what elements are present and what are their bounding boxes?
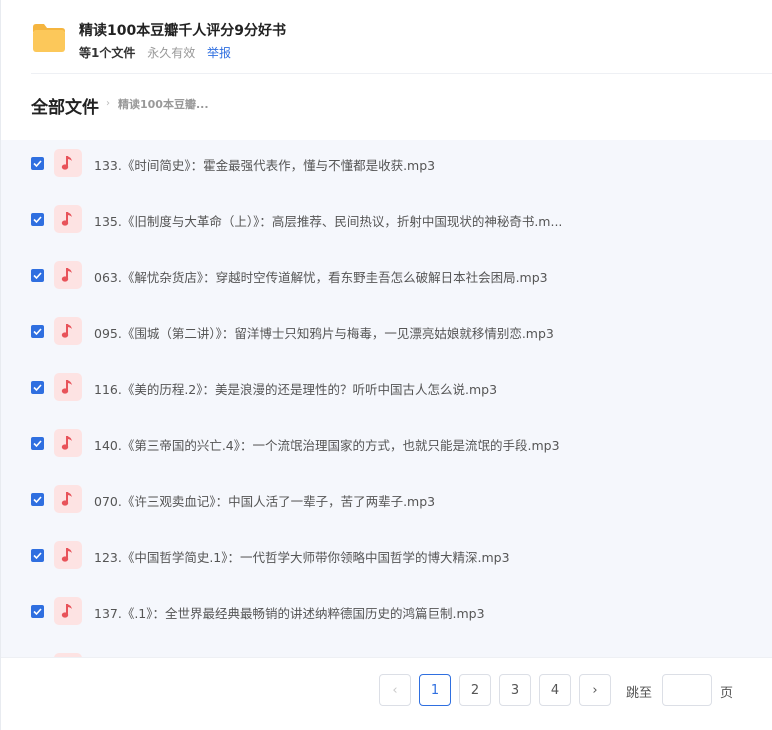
audio-file-icon bbox=[54, 429, 82, 457]
file-row[interactable]: 095.《围城（第二讲）》：留洋博士只知鸦片与梅毒，一见漂亮姑娘就移情别恋.mp… bbox=[1, 314, 772, 370]
file-checkbox[interactable] bbox=[31, 549, 44, 562]
file-name[interactable]: 116.《美的历程.2》：美是浪漫的还是理性的？听听中国古人怎么说.mp3 bbox=[94, 379, 497, 398]
file-checkbox[interactable] bbox=[31, 157, 44, 170]
validity-text: 永久有效 bbox=[147, 46, 196, 60]
audio-file-icon bbox=[54, 541, 82, 569]
audio-file-icon bbox=[54, 485, 82, 513]
share-meta: 等1个文件 永久有效 举报 bbox=[79, 44, 231, 61]
page-button-1[interactable]: 1 bbox=[419, 674, 451, 706]
breadcrumb-separator-icon: › bbox=[106, 98, 110, 109]
file-name[interactable]: 095.《围城（第二讲）》：留洋博士只知鸦片与梅毒，一见漂亮姑娘就移情别恋.mp… bbox=[94, 323, 554, 342]
prev-page-button[interactable]: ‹ bbox=[379, 674, 411, 706]
file-checkbox[interactable] bbox=[31, 269, 44, 282]
audio-file-icon bbox=[54, 149, 82, 177]
audio-file-icon bbox=[54, 597, 82, 625]
file-row[interactable]: 109.《人类简史（下）》：科学能否真的让我们更快乐了吗.mp3 bbox=[1, 650, 772, 657]
share-page: 精读100本豆瓣千人评分9分好书 等1个文件 永久有效 举报 全部文件 › 精读… bbox=[0, 0, 772, 730]
file-checkbox[interactable] bbox=[31, 437, 44, 450]
share-header: 精读100本豆瓣千人评分9分好书 等1个文件 永久有效 举报 bbox=[1, 0, 772, 74]
audio-file-icon bbox=[54, 205, 82, 233]
audio-file-icon bbox=[54, 317, 82, 345]
page-button-2[interactable]: 2 bbox=[459, 674, 491, 706]
jump-label: 跳至 bbox=[626, 686, 653, 701]
file-row[interactable]: 133.《时间简史》：霍金最强代表作，懂与不懂都是收获.mp3 bbox=[1, 146, 772, 202]
file-name[interactable]: 070.《许三观卖血记》：中国人活了一辈子，苦了两辈子.mp3 bbox=[94, 491, 435, 510]
file-name[interactable]: 140.《第三帝国的兴亡.4》：一个流氓治理国家的方式，也就只能是流氓的手段.m… bbox=[94, 435, 560, 454]
file-row[interactable]: 140.《第三帝国的兴亡.4》：一个流氓治理国家的方式，也就只能是流氓的手段.m… bbox=[1, 426, 772, 482]
breadcrumb-current: 精读100本豆瓣... bbox=[118, 98, 209, 111]
page-suffix: 页 bbox=[720, 686, 734, 701]
file-checkbox[interactable] bbox=[31, 381, 44, 394]
file-name[interactable]: 133.《时间简史》：霍金最强代表作，懂与不懂都是收获.mp3 bbox=[94, 155, 435, 174]
page-button-3[interactable]: 3 bbox=[499, 674, 531, 706]
jump-page-input[interactable] bbox=[662, 674, 712, 706]
file-name[interactable]: 135.《旧制度与大革命（上）》：高层推荐、民间热议，折射中国现状的神秘奇书.m… bbox=[94, 211, 562, 230]
pager: ‹ 1 2 3 4 › 跳至 页 bbox=[1, 657, 772, 730]
file-name[interactable]: 063.《解忧杂货店》：穿越时空传道解忧，看东野圭吾怎么破解日本社会困局.mp3 bbox=[94, 267, 548, 286]
page-button-4[interactable]: 4 bbox=[539, 674, 571, 706]
file-checkbox[interactable] bbox=[31, 493, 44, 506]
audio-file-icon bbox=[54, 261, 82, 289]
file-checkbox[interactable] bbox=[31, 213, 44, 226]
breadcrumb: 全部文件 › 精读100本豆瓣... bbox=[1, 74, 772, 140]
share-title: 精读100本豆瓣千人评分9分好书 bbox=[79, 23, 286, 39]
next-page-button[interactable]: › bbox=[579, 674, 611, 706]
file-row[interactable]: 123.《中国哲学简史.1》：一代哲学大师带你领略中国哲学的博大精深.mp3 bbox=[1, 538, 772, 594]
file-count: 等1个文件 bbox=[79, 46, 136, 60]
breadcrumb-root[interactable]: 全部文件 bbox=[31, 93, 99, 118]
file-list[interactable]: 133.《时间简史》：霍金最强代表作，懂与不懂都是收获.mp3 135.《旧制度与… bbox=[1, 140, 772, 657]
file-name[interactable]: 123.《中国哲学简史.1》：一代哲学大师带你领略中国哲学的博大精深.mp3 bbox=[94, 547, 510, 566]
file-row[interactable]: 063.《解忧杂货店》：穿越时空传道解忧，看东野圭吾怎么破解日本社会困局.mp3 bbox=[1, 258, 772, 314]
folder-icon bbox=[31, 22, 67, 54]
audio-file-icon bbox=[54, 373, 82, 401]
report-link[interactable]: 举报 bbox=[207, 46, 231, 60]
file-row[interactable]: 135.《旧制度与大革命（上）》：高层推荐、民间热议，折射中国现状的神秘奇书.m… bbox=[1, 202, 772, 258]
file-row[interactable]: 137.《.1》：全世界最经典最畅销的讲述纳粹德国历史的鸿篇巨制.mp3 bbox=[1, 594, 772, 650]
file-row[interactable]: 116.《美的历程.2》：美是浪漫的还是理性的？听听中国古人怎么说.mp3 bbox=[1, 370, 772, 426]
file-row[interactable]: 070.《许三观卖血记》：中国人活了一辈子，苦了两辈子.mp3 bbox=[1, 482, 772, 538]
file-name[interactable]: 137.《.1》：全世界最经典最畅销的讲述纳粹德国历史的鸿篇巨制.mp3 bbox=[94, 603, 485, 622]
file-checkbox[interactable] bbox=[31, 605, 44, 618]
file-checkbox[interactable] bbox=[31, 325, 44, 338]
